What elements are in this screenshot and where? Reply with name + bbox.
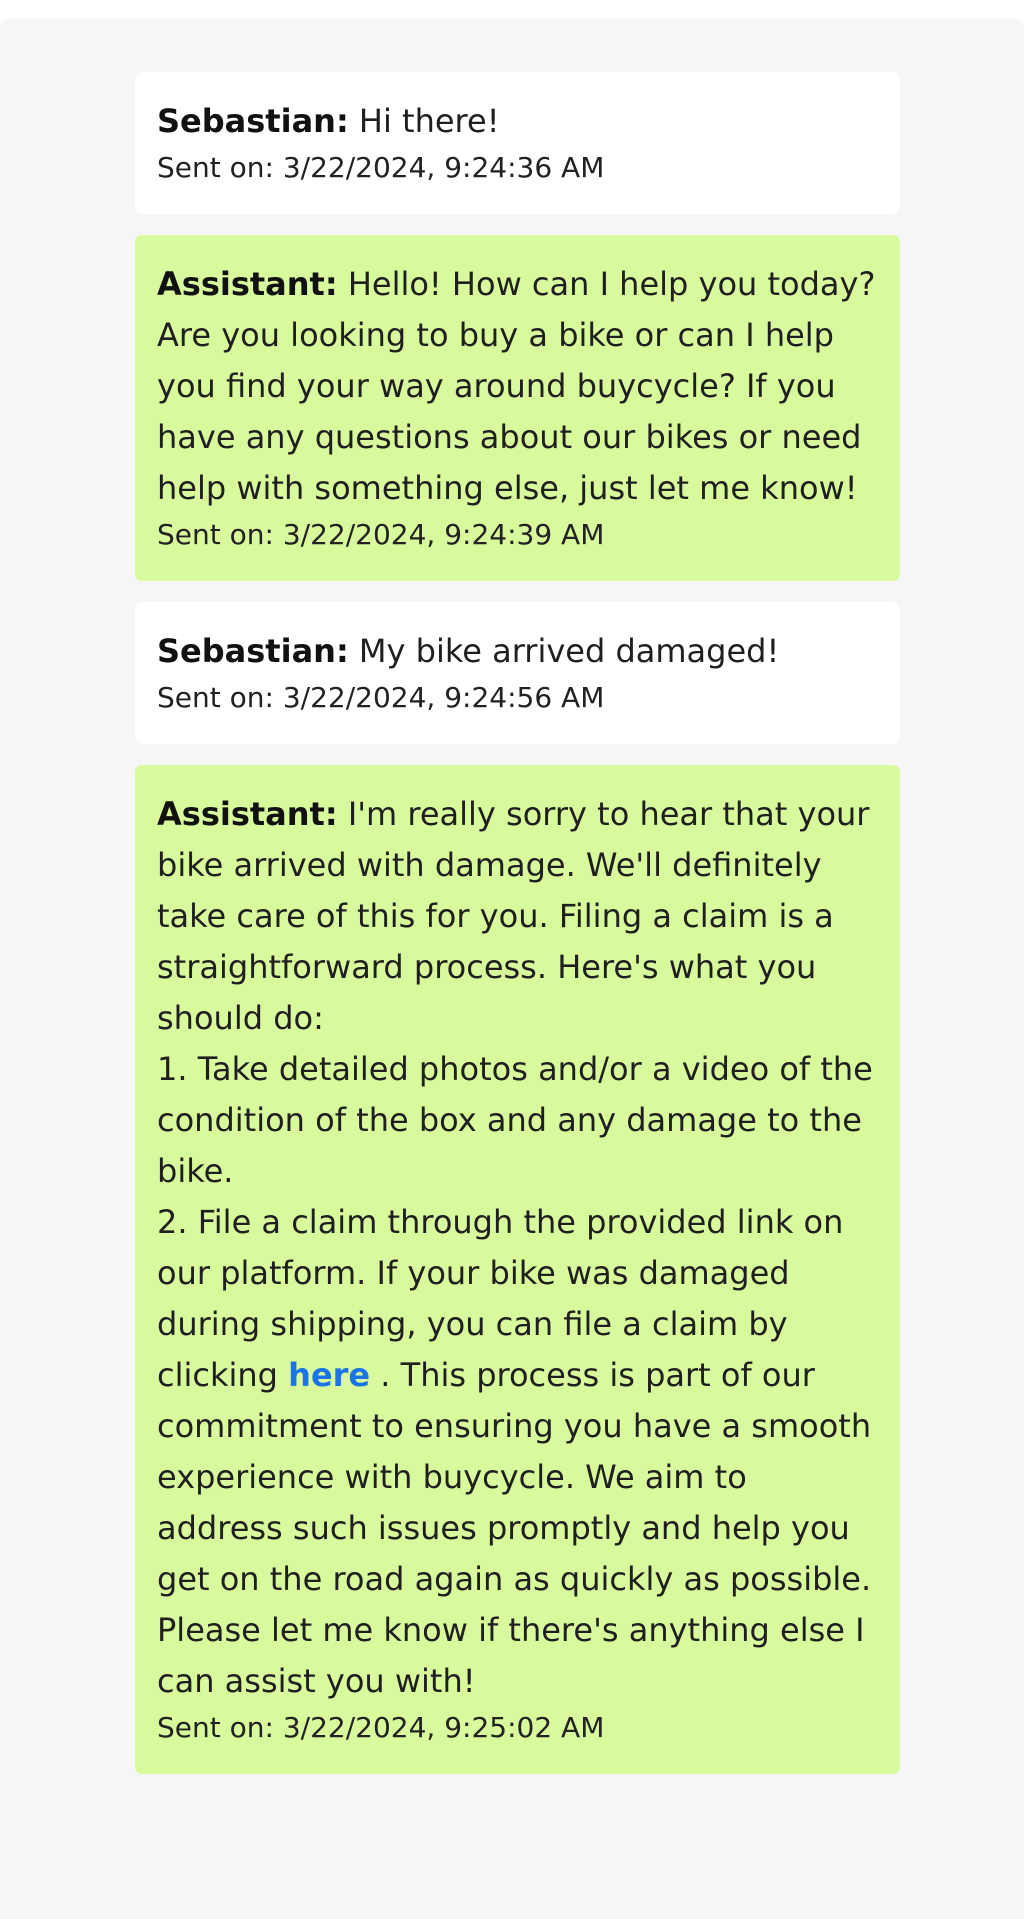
message-assistant: Assistant: Hello! How can I help you tod… xyxy=(135,235,900,581)
message-text: My bike arrived damaged! xyxy=(358,632,780,670)
message-timestamp: Sent on: 3/22/2024, 9:24:36 AM xyxy=(157,151,605,184)
message-timestamp: Sent on: 3/22/2024, 9:24:56 AM xyxy=(157,681,605,714)
message-sender: Sebastian: xyxy=(157,632,349,670)
message-step-1: 1. Take detailed photos and/or a video o… xyxy=(157,1050,873,1190)
message-sender: Assistant: xyxy=(157,795,338,833)
message-user: Sebastian: My bike arrived damaged! Sent… xyxy=(135,602,900,744)
message-list: Sebastian: Hi there! Sent on: 3/22/2024,… xyxy=(135,72,900,1795)
chat-panel: Sebastian: Hi there! Sent on: 3/22/2024,… xyxy=(0,19,1024,1919)
message-body: Assistant: I'm really sorry to hear that… xyxy=(157,789,878,1707)
message-step-2: 2. File a claim through the provided lin… xyxy=(157,1197,878,1707)
message-sender: Assistant: xyxy=(157,265,338,303)
message-timestamp: Sent on: 3/22/2024, 9:24:39 AM xyxy=(157,518,605,551)
message-body: Sebastian: Hi there! xyxy=(157,96,878,147)
message-paragraph: Assistant: I'm really sorry to hear that… xyxy=(157,789,878,1044)
message-body: Sebastian: My bike arrived damaged! xyxy=(157,626,878,677)
message-text: . This process is part of our commitment… xyxy=(157,1356,872,1700)
message-sender: Sebastian: xyxy=(157,102,349,140)
message-assistant: Assistant: I'm really sorry to hear that… xyxy=(135,765,900,1774)
message-text: Hi there! xyxy=(358,102,500,140)
message-user: Sebastian: Hi there! Sent on: 3/22/2024,… xyxy=(135,72,900,214)
claim-link[interactable]: here xyxy=(288,1356,370,1394)
message-body: Assistant: Hello! How can I help you tod… xyxy=(157,259,878,514)
message-timestamp: Sent on: 3/22/2024, 9:25:02 AM xyxy=(157,1711,605,1744)
